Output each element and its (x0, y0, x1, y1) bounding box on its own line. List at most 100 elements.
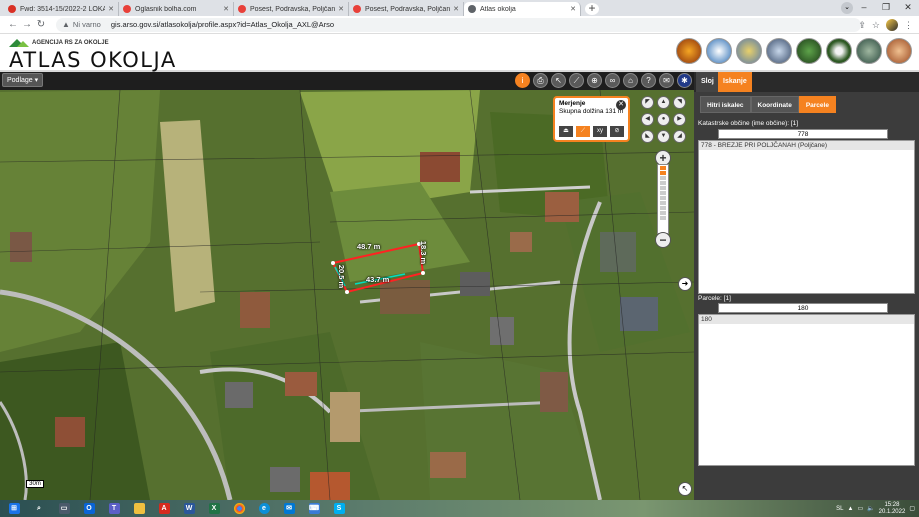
tab-close-icon[interactable]: ✕ (223, 5, 229, 13)
subtab-quick-search[interactable]: Hitri iskalec (700, 96, 751, 113)
list-item[interactable]: 778 - BREZJE PRI POLJČANAH (Poljčane) (699, 141, 914, 150)
reload-icon[interactable]: ↻ (34, 19, 48, 30)
tab-close-icon[interactable]: ✕ (570, 5, 576, 13)
browser-tabbar: Fwd: 3514-15/2022-2 LOKACIJSKA✕Oglasnik … (0, 0, 919, 16)
list-item[interactable]: 180 (699, 315, 914, 324)
menu-icon[interactable]: ⋮ (904, 20, 913, 31)
forward-icon[interactable]: → (20, 19, 34, 30)
cadastral-list[interactable]: 778 - BREZJE PRI POLJČANAH (Poljčane) (698, 140, 915, 294)
chrome-icon[interactable] (228, 501, 250, 516)
search-icon[interactable]: ⌕ (28, 501, 50, 516)
measure-tool-icon[interactable]: ⟋ (569, 73, 584, 88)
word-icon[interactable]: W (178, 501, 200, 516)
tab-label: Fwd: 3514-15/2022-2 LOKACIJSKA (20, 5, 106, 13)
browser-tab[interactable]: Posest, Podravska, Poljčane, Brezj✕ (234, 2, 349, 16)
layers-button[interactable]: Podlage ▾ (2, 73, 44, 87)
english-flag-icon[interactable]: ✱ (677, 73, 692, 88)
notifications-icon[interactable]: ▢ (909, 505, 915, 512)
theme-air-icon[interactable] (706, 38, 732, 64)
windows-taskbar: ⊞ ⌕ ▭ O T A W X e ✉ ⌨ S SL ▲ ▭ 🔈 15:28 2… (0, 500, 919, 517)
teams-icon[interactable]: T (103, 501, 125, 516)
browser-tab[interactable]: Oglasnik bolha.com ✕ (119, 2, 234, 16)
address-bar: ← → ↻ ▲ Ni varno gis.arso.gov.si/atlasok… (0, 16, 919, 34)
subtab-parcels[interactable]: Parcele (798, 96, 836, 113)
theme-forest-icon[interactable] (796, 38, 822, 64)
maximize-icon[interactable]: ❐ (875, 0, 897, 14)
tab-close-icon[interactable]: ✕ (453, 5, 459, 13)
measure-area-icon[interactable]: ⏏ (559, 126, 573, 137)
new-tab-button[interactable]: + (585, 2, 599, 15)
file-explorer-icon[interactable] (128, 501, 150, 516)
pan-west-icon[interactable]: ◀ (641, 113, 654, 126)
theme-land-icon[interactable] (736, 38, 762, 64)
browser-tab[interactable]: Posest, Podravska, Poljčane, Brezj✕ (349, 2, 464, 16)
agency-logo[interactable]: AGENCIJA RS ZA OKOLJE (9, 39, 109, 47)
tab-iskanje[interactable]: Iskanje (718, 72, 752, 92)
cadastral-input[interactable]: 778 (718, 129, 888, 139)
edge-icon[interactable]: e (253, 501, 275, 516)
home-icon[interactable]: ⌂ (623, 73, 638, 88)
start-icon[interactable]: ⊞ (3, 501, 25, 516)
help-icon[interactable]: ? (641, 73, 656, 88)
tab-close-icon[interactable]: ✕ (338, 5, 344, 13)
measure-tools: ⏏ ⟋ xy ⊘ (559, 126, 624, 137)
zoom-out-button[interactable]: − (655, 232, 671, 248)
minimize-icon[interactable]: – (853, 0, 875, 14)
back-icon[interactable]: ← (6, 19, 20, 30)
theme-nature-icon[interactable] (826, 38, 852, 64)
pan-center-icon[interactable]: ● (657, 113, 670, 126)
collapse-corner-icon[interactable]: ↖ (678, 482, 692, 496)
mail-app-icon[interactable]: ✉ (278, 501, 300, 516)
parcel-list[interactable]: 180 (698, 314, 915, 466)
pan-south-icon[interactable]: ▼ (657, 130, 670, 143)
theme-people-icon[interactable] (886, 38, 912, 64)
overview-icon[interactable]: ∞ (605, 73, 620, 88)
theme-weather-icon[interactable] (766, 38, 792, 64)
measure-clear-icon[interactable]: ⊘ (610, 126, 624, 137)
browser-tab[interactable]: Atlas okolja ✕ (464, 2, 581, 16)
skype-icon[interactable]: S (328, 501, 350, 516)
bookmark-star-icon[interactable]: ☆ (872, 20, 880, 31)
excel-icon[interactable]: X (203, 501, 225, 516)
clock[interactable]: 15:28 20.1.2022 (879, 502, 906, 516)
app-icon[interactable]: ⌨ (303, 501, 325, 516)
tab-label: Posest, Podravska, Poljčane, Brezj (365, 5, 451, 13)
pan-northeast-icon[interactable]: ◥ (673, 96, 686, 109)
tab-sloj[interactable]: Sloj (696, 72, 719, 92)
info-tool-icon[interactable]: i (515, 73, 530, 88)
pan-southeast-icon[interactable]: ◢ (673, 130, 686, 143)
pan-southwest-icon[interactable]: ◣ (641, 130, 654, 143)
share-icon[interactable]: ⇪ (858, 20, 866, 31)
profile-avatar[interactable] (886, 19, 898, 31)
language-indicator[interactable]: SL (836, 506, 843, 512)
measure-close-button[interactable]: ✕ (616, 100, 626, 110)
zoom-in-tool-icon[interactable]: ⊕ (587, 73, 602, 88)
parcel-input[interactable]: 180 (718, 303, 888, 313)
url-input[interactable]: ▲ Ni varno gis.arso.gov.si/atlasokolja/p… (56, 17, 861, 32)
expand-panel-icon[interactable]: ➜ (678, 277, 692, 291)
close-window-icon[interactable]: ✕ (897, 0, 919, 14)
pan-northwest-icon[interactable]: ◤ (641, 96, 654, 109)
tray-chevron-icon[interactable]: ▲ (848, 506, 854, 512)
network-icon[interactable]: ▭ (857, 505, 863, 512)
volume-icon[interactable]: 🔈 (867, 505, 874, 512)
outlook-icon[interactable]: O (78, 501, 100, 516)
mail-icon[interactable]: ✉ (659, 73, 674, 88)
acrobat-icon[interactable]: A (153, 501, 175, 516)
zoom-slider[interactable] (657, 164, 669, 234)
map-view[interactable]: Podlage ▾ i ⎙ ↖ ⟋ ⊕ ∞ ⌂ ? ✉ ✱ Merjenje ✕… (0, 72, 694, 500)
tab-search-icon[interactable]: ⌄ (841, 2, 853, 14)
tab-close-icon[interactable]: ✕ (108, 5, 114, 13)
pan-north-icon[interactable]: ▲ (657, 96, 670, 109)
subtab-coordinates[interactable]: Koordinate (750, 96, 799, 113)
theme-fire-icon[interactable] (676, 38, 702, 64)
task-view-icon[interactable]: ▭ (53, 501, 75, 516)
print-icon[interactable]: ⎙ (533, 73, 548, 88)
theme-water-icon[interactable] (856, 38, 882, 64)
pointer-tool-icon[interactable]: ↖ (551, 73, 566, 88)
url-text: gis.arso.gov.si/atlasokolja/profile.aspx… (110, 20, 335, 29)
measure-xy-icon[interactable]: xy (593, 126, 607, 137)
measure-line-icon[interactable]: ⟋ (576, 126, 590, 137)
browser-tab[interactable]: Fwd: 3514-15/2022-2 LOKACIJSKA✕ (4, 2, 119, 16)
pan-east-icon[interactable]: ▶ (673, 113, 686, 126)
